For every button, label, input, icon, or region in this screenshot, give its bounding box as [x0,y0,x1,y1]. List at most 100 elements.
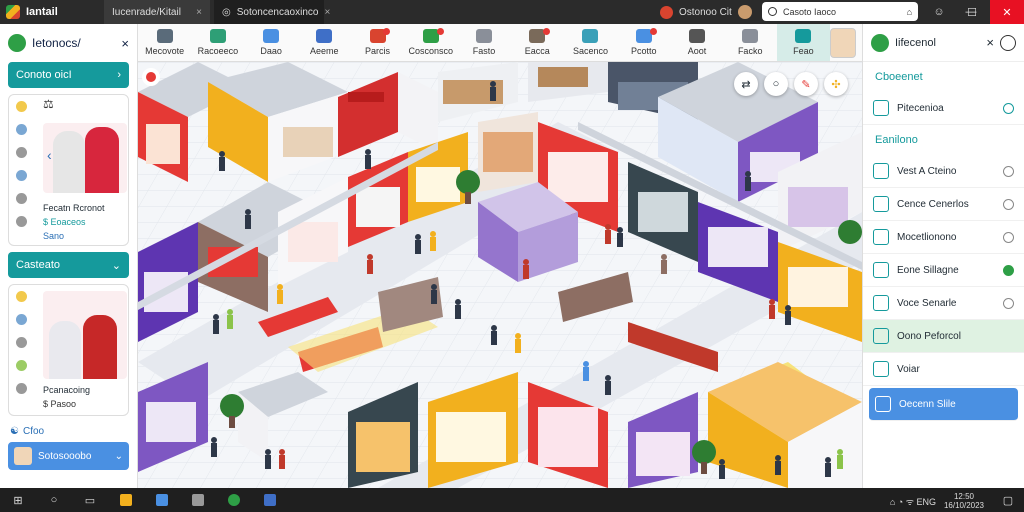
option-icon [873,100,889,116]
tool-tag[interactable]: Sacenco [564,24,617,61]
avatar[interactable] [737,5,752,19]
settings-app-icon[interactable] [252,488,288,512]
chevron-left-icon[interactable]: ‹ [47,147,52,163]
section-header-button[interactable]: Casteato ⌄ [8,252,129,278]
leaf-icon[interactable] [15,360,27,371]
clock-date: 16/10/2023 [943,501,984,510]
tool-basket[interactable]: Eacca [511,24,564,61]
game-map[interactable]: ⇄ ○ ✎ ✣ [138,62,862,488]
option-label: Vest A Cteino [897,165,957,177]
tab-label: Sotoncencaoxinco [236,6,319,18]
cube-icon[interactable] [15,337,27,348]
radio-button[interactable] [1003,102,1014,114]
option-item[interactable]: Oecenn Slile [869,388,1018,421]
bottom-link[interactable]: ☯ Cfoo [10,422,127,440]
tool-people[interactable]: Feao [776,24,831,61]
globe-icon[interactable] [15,314,27,325]
tool-label: Sacenco [572,46,608,56]
gear-icon[interactable] [15,193,27,204]
store-block[interactable] [478,112,538,192]
character-figure [49,321,81,379]
radio-button[interactable] [1003,297,1014,309]
footer-button[interactable]: Sotosooobo ⌄ [8,442,129,470]
task-view-icon[interactable]: ▭ [72,488,108,512]
option-item[interactable]: Voiar [863,353,1024,386]
radio-button[interactable] [1003,165,1014,177]
search-icon[interactable]: ○ [36,488,72,512]
tool-cross[interactable]: Racoeeco [191,24,244,61]
shop-icon [476,29,493,43]
tool-cube[interactable]: Facko [724,24,777,61]
option-list: Pitecenioa Eanilono Vest A Cteino Cence Cen… [863,92,1024,421]
mall-scene[interactable] [138,62,862,488]
option-item[interactable]: Cence Cenerlos [863,188,1024,221]
app-name: Iantail [26,6,58,18]
character-card[interactable]: ⚖ ‹ Fecatn Rcronot $ Eoaceos Sano [8,94,129,246]
character-figure [85,127,119,193]
option-item[interactable]: Mocetlionono [863,221,1024,254]
radio-button[interactable] [1003,198,1014,210]
close-icon[interactable]: × [121,36,129,51]
option-item[interactable]: Vest A Cteino [863,155,1024,188]
tool-shop[interactable]: Fasto [457,24,510,61]
browser-app-icon[interactable] [216,488,252,512]
option-item[interactable]: Oono Peforcol [863,320,1024,353]
emoji-icon[interactable]: ☺ [922,0,956,24]
notification-icon[interactable]: ▢ [990,488,1024,512]
close-window-button[interactable]: ✕ [990,0,1024,24]
search-input[interactable]: Casoto Iaoco ⌂ [762,2,918,21]
close-icon[interactable]: × [986,35,994,50]
option-icon [873,262,889,278]
move-icon[interactable]: ✣ [824,72,848,96]
browser-tab-2[interactable]: ◎ Sotoncencaoxinco × [214,0,330,24]
option-label: Voiar [897,363,920,375]
card-link[interactable]: Sano [43,231,64,241]
cube-icon [742,29,759,43]
system-tray[interactable]: ⌂ ◔ ᯤ ENG 12:50 16/10/2023 [890,492,984,510]
tool-ticket[interactable]: Pcotto [617,24,670,61]
mail-app-icon[interactable] [180,488,216,512]
avatar [14,447,32,465]
extension-icon[interactable] [660,5,673,19]
badge-icon[interactable] [15,216,27,227]
tool-document[interactable]: Mecovote [138,24,191,61]
tool-chart[interactable]: Cosconsco [404,24,457,61]
player-portrait[interactable] [830,28,857,58]
option-item[interactable]: Eone Sillagne [863,254,1024,287]
tool-cart[interactable]: Parcis [351,24,404,61]
radio-button[interactable] [1003,231,1014,243]
close-icon[interactable]: × [196,7,202,18]
globe-icon[interactable] [15,170,27,181]
crown-icon[interactable] [15,291,27,302]
option-item[interactable]: Voce Senarle [863,287,1024,320]
circle-tool-icon[interactable]: ○ [764,72,788,96]
wave-icon[interactable] [15,124,27,135]
left-panel: Ietonocs/ × Conoto oicI › ⚖ ‹ Fecatn Rcr… [0,24,138,488]
file-explorer-icon[interactable] [108,488,144,512]
shield-icon[interactable] [15,147,27,158]
radio-button[interactable] [1003,264,1014,276]
power-icon[interactable] [1000,34,1016,51]
section-title: Eanilono [875,134,918,146]
section-header-button[interactable]: Conoto oicI › [8,62,129,88]
crown-icon[interactable] [15,101,27,112]
option-item[interactable]: Pitecenioa [863,92,1024,125]
rotate-icon[interactable]: ⇄ [734,72,758,96]
tool-clock[interactable]: Aoot [670,24,723,61]
character-card[interactable]: Pcanacoing $ Pasoo [8,284,129,416]
tool-box[interactable]: Daao [244,24,297,61]
store-app-icon[interactable] [144,488,180,512]
clock[interactable]: 12:50 16/10/2023 [944,492,984,510]
extension-area[interactable]: Ostonoo Cit [660,4,752,20]
character-portrait [43,291,127,379]
browser-tab-1[interactable]: Iucenrade/Kitail × [104,0,210,24]
option-icon [873,229,889,245]
footer-button-label: Sotosooobo [38,450,92,462]
edit-icon[interactable]: ✎ [794,72,818,96]
start-icon[interactable]: ⊞ [0,488,36,512]
tool-shield[interactable]: Aeeme [298,24,351,61]
close-icon[interactable]: × [324,7,330,18]
maximize-button[interactable]: ☐ [958,0,986,24]
badge-icon[interactable] [15,383,27,394]
percent-icon[interactable]: ⚖ [43,97,54,111]
